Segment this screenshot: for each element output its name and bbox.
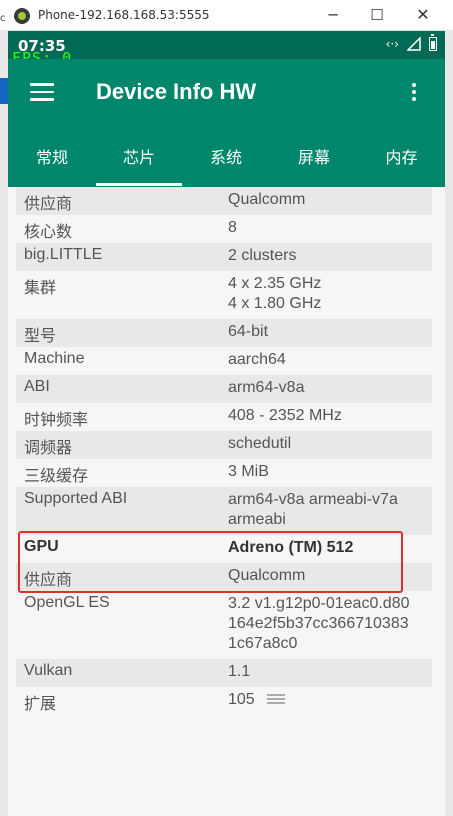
list-item: 供应商 Qualcomm — [16, 187, 432, 215]
row-value: aarch64 — [228, 351, 286, 368]
row-key: GPU — [24, 538, 59, 555]
list-item: 时钟频率 408 - 2352 MHz — [16, 403, 432, 431]
window-title: Phone-192.168.168.53:5555 — [38, 8, 210, 22]
row-key: OpenGL ES — [24, 594, 110, 611]
row-key: big.LITTLE — [24, 246, 103, 263]
active-tab-indicator — [96, 183, 182, 186]
empty-area — [8, 749, 445, 816]
app-title: Device Info HW — [96, 79, 257, 104]
status-icons: ‹·› — [385, 34, 437, 51]
list-item: 集群 4 x 2.35 GHz 4 x 1.80 GHz — [16, 271, 432, 319]
extensions-count: 105 — [228, 691, 255, 708]
row-key: 扩展 — [24, 696, 57, 713]
row-key: 供应商 — [24, 572, 73, 589]
tab-soc[interactable]: 芯片 — [96, 129, 182, 187]
list-item: 三级缓存 3 MiB — [16, 459, 432, 487]
window-border-right — [445, 31, 453, 816]
row-value: 8 — [228, 219, 237, 236]
row-key: 调频器 — [24, 440, 73, 457]
row-value: arm64-v8a armeabi-v7a armeabi — [228, 490, 428, 530]
row-value: Qualcomm — [228, 567, 306, 584]
overflow-menu-icon[interactable] — [412, 83, 418, 103]
row-value: Qualcomm — [228, 191, 306, 208]
battery-icon — [429, 34, 437, 51]
value-line: 1c67a8c0 — [228, 635, 298, 652]
code-arrows-icon: ‹·› — [385, 37, 399, 51]
tab-memory[interactable]: 内存 — [358, 129, 445, 187]
maximize-button[interactable]: ☐ — [362, 2, 392, 28]
app-bar: Device Info HW — [8, 59, 445, 129]
tab-bar: 常规 芯片 系统 屏幕 内存 — [8, 129, 445, 187]
row-value: 64-bit — [228, 323, 269, 340]
row-value: 2 clusters — [228, 247, 297, 264]
value-line: 4 x 2.35 GHz — [228, 275, 322, 292]
value-line: 3.2 v1.g12p0-01eac0.d80 — [228, 595, 410, 612]
list-item: OpenGL ES 3.2 v1.g12p0-01eac0.d80 164e2f… — [16, 591, 432, 659]
phone-screen: 07:35 ‹·› FPS: 0 Device Info HW 常规 芯片 系统… — [8, 31, 445, 816]
status-bar: 07:35 ‹·› — [8, 31, 445, 59]
tab-system[interactable]: 系统 — [182, 129, 270, 187]
tab-general[interactable]: 常规 — [8, 129, 96, 187]
background-window-fragment — [0, 78, 8, 104]
row-value: schedutil — [228, 435, 292, 452]
window-titlebar: Phone-192.168.168.53:5555 ─ ☐ ✕ — [0, 0, 453, 31]
row-key: 核心数 — [24, 224, 73, 241]
list-item: ABI arm64-v8a — [16, 375, 432, 403]
hamburger-menu-icon[interactable] — [30, 83, 54, 101]
list-item: 供应商 Qualcomm — [16, 563, 432, 591]
list-lines-icon[interactable] — [267, 693, 286, 706]
tab-display[interactable]: 屏幕 — [270, 129, 358, 187]
row-value: 1.1 — [228, 663, 251, 680]
window-border-left — [0, 31, 8, 816]
list-item: Machine aarch64 — [16, 347, 432, 375]
minimize-button[interactable]: ─ — [318, 2, 348, 28]
list-item: 核心数 8 — [16, 215, 432, 243]
row-value: 3 MiB — [228, 463, 269, 480]
row-value: Adreno (TM) 512 — [228, 539, 354, 556]
row-key: Machine — [24, 350, 85, 367]
row-key: 时钟频率 — [24, 412, 89, 429]
list-item: 调频器 schedutil — [16, 431, 432, 459]
row-key: ABI — [24, 378, 50, 395]
row-value: 105 — [228, 690, 428, 710]
row-key: 集群 — [24, 280, 57, 297]
row-key: Supported ABI — [24, 490, 128, 507]
close-button[interactable]: ✕ — [408, 2, 438, 28]
android-app-icon — [14, 8, 30, 24]
background-window-text: c — [0, 13, 6, 24]
row-value: 3.2 v1.g12p0-01eac0.d80 164e2f5b37cc3667… — [228, 594, 428, 654]
value-line: arm64-v8a armeabi-v7a — [228, 491, 398, 508]
list-item: 型号 64-bit — [16, 319, 432, 347]
value-line: armeabi — [228, 511, 286, 528]
list-item: GPU Adreno (TM) 512 — [16, 535, 432, 563]
list-item[interactable]: 扩展 105 — [16, 687, 432, 715]
signal-icon — [407, 37, 421, 51]
row-key: Vulkan — [24, 662, 73, 679]
row-value: 4 x 2.35 GHz 4 x 1.80 GHz — [228, 274, 428, 314]
row-value: 408 - 2352 MHz — [228, 407, 342, 424]
list-item: Vulkan 1.1 — [16, 659, 432, 687]
list-item: big.LITTLE 2 clusters — [16, 243, 432, 271]
list-item: Supported ABI arm64-v8a armeabi-v7a arme… — [16, 487, 432, 535]
row-key: 三级缓存 — [24, 468, 89, 485]
value-line: 4 x 1.80 GHz — [228, 295, 322, 312]
row-key: 型号 — [24, 328, 57, 345]
row-key: 供应商 — [24, 196, 73, 213]
value-line: 164e2f5b37cc366710383 — [228, 615, 409, 632]
row-value: arm64-v8a — [228, 379, 305, 396]
